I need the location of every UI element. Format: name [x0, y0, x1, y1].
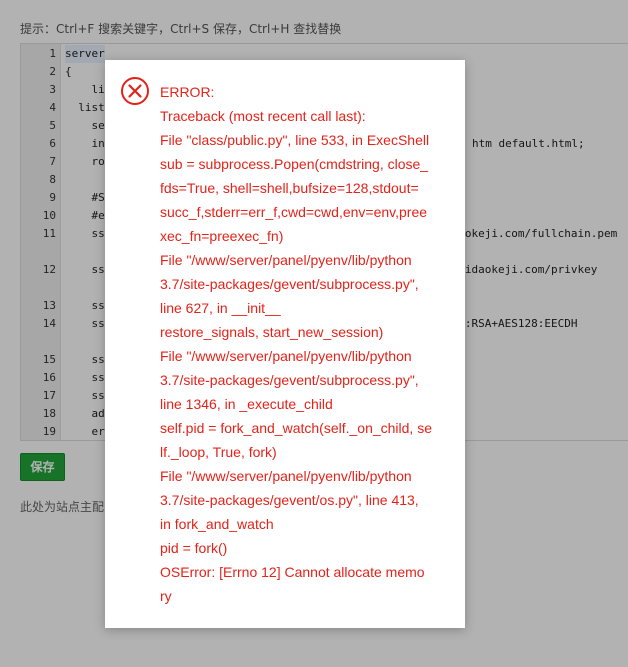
error-line: 3.7/site-packages/gevent/subprocess.py", [160, 276, 419, 292]
error-line: xec_fn=preexec_fn) [160, 228, 284, 244]
error-line: File "class/public.py", line 533, in Exe… [160, 132, 430, 148]
error-line: File "/www/server/panel/pyenv/lib/python [160, 468, 412, 484]
error-message: ERROR: Traceback (most recent call last):… [160, 80, 452, 608]
error-title: ERROR: [160, 84, 215, 100]
error-line: File "/www/server/panel/pyenv/lib/python [160, 252, 412, 268]
error-line: OSError: [Errno 12] Cannot allocate memo [160, 564, 425, 580]
error-dialog: ERROR: Traceback (most recent call last):… [105, 60, 465, 628]
error-line: ry [160, 588, 172, 604]
error-line: Traceback (most recent call last): [160, 108, 366, 124]
error-line: line 1346, in _execute_child [160, 396, 333, 412]
error-line: 3.7/site-packages/gevent/os.py", line 41… [160, 492, 419, 508]
error-icon [121, 77, 149, 105]
error-line: in fork_and_watch [160, 516, 274, 532]
error-line: restore_signals, start_new_session) [160, 324, 384, 340]
error-line: self.pid = fork_and_watch(self._on_child… [160, 420, 432, 436]
error-line: fds=True, shell=shell,bufsize=128,stdout… [160, 180, 419, 196]
error-line: pid = fork() [160, 540, 228, 556]
error-line: 3.7/site-packages/gevent/subprocess.py", [160, 372, 419, 388]
error-line: succ_f,stderr=err_f,cwd=cwd,env=env,pree [160, 204, 428, 220]
error-line: File "/www/server/panel/pyenv/lib/python [160, 348, 412, 364]
error-line: lf._loop, True, fork) [160, 444, 277, 460]
error-line: line 627, in __init__ [160, 300, 281, 316]
error-line: sub = subprocess.Popen(cmdstring, close_ [160, 156, 429, 172]
